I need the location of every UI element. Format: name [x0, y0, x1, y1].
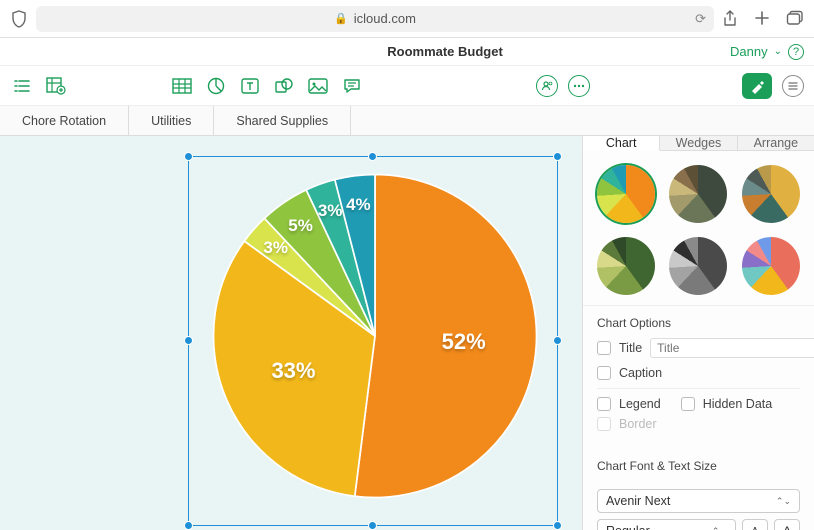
border-label: Border	[619, 417, 657, 431]
insert-comment-icon[interactable]	[340, 74, 364, 98]
canvas[interactable]: 52%33%3%5%3%4%	[0, 136, 582, 530]
format-panel-button[interactable]	[742, 73, 772, 99]
hidden-data-label: Hidden Data	[703, 397, 773, 411]
resize-handle[interactable]	[184, 336, 193, 345]
insert-media-icon[interactable]	[306, 74, 330, 98]
sheet-tab-utilities[interactable]: Utilities	[129, 106, 214, 135]
refresh-icon[interactable]: ⟳	[695, 11, 706, 27]
legend-checkbox[interactable]	[597, 397, 611, 411]
pie-chart[interactable]: 52%33%3%5%3%4%	[205, 166, 545, 506]
organize-panel-button[interactable]	[782, 75, 804, 97]
tabs-overview-icon[interactable]	[786, 10, 804, 28]
option-title-row: Title	[597, 338, 800, 358]
add-sheet-icon[interactable]	[44, 74, 68, 98]
font-size-larger-button[interactable]: A	[774, 519, 800, 530]
chart-options-heading: Chart Options	[597, 316, 800, 330]
chevron-down-icon: ⌄	[774, 46, 782, 57]
pie-percent-label: 33%	[271, 358, 315, 384]
sheet-tab-empty	[351, 106, 814, 135]
option-border-row: Border	[597, 417, 800, 431]
inspector-panel: Chart Wedges Arrange Chart Options Title…	[582, 136, 814, 530]
collaborate-icon[interactable]	[536, 75, 558, 97]
more-icon[interactable]	[568, 75, 590, 97]
chart-font-section: Chart Font & Text Size	[583, 449, 814, 483]
pie-percent-label: 5%	[288, 216, 313, 236]
resize-handle[interactable]	[553, 336, 562, 345]
pie-percent-label: 4%	[346, 195, 371, 215]
font-controls: Avenir Next ⌃⌄ Regular ⌃⌄ A A	[583, 483, 814, 530]
chart-style-thumb[interactable]	[597, 237, 655, 295]
resize-handle[interactable]	[553, 521, 562, 530]
tab-wedges[interactable]: Wedges	[660, 136, 737, 150]
inspector-tabs: Chart Wedges Arrange	[583, 136, 814, 151]
share-icon[interactable]	[722, 10, 738, 28]
chart-style-grid	[583, 151, 814, 306]
collab-group	[536, 75, 590, 97]
app-toolbar	[0, 66, 814, 106]
chart-style-thumb[interactable]	[597, 165, 655, 223]
insert-shape-icon[interactable]	[272, 74, 296, 98]
privacy-shield-icon[interactable]	[10, 10, 28, 28]
resize-handle[interactable]	[368, 521, 377, 530]
resize-handle[interactable]	[368, 152, 377, 161]
url-text: icloud.com	[354, 11, 416, 26]
url-field[interactable]: 🔒 icloud.com ⟳	[36, 6, 714, 32]
user-menu[interactable]: Danny ⌄ ?	[730, 44, 814, 60]
tab-arrange[interactable]: Arrange	[738, 136, 814, 150]
lock-icon: 🔒	[334, 12, 348, 25]
panels-group	[742, 73, 804, 99]
document-header: Roommate Budget Danny ⌄ ?	[0, 38, 814, 66]
option-caption-row: Caption	[597, 366, 800, 380]
tab-chart[interactable]: Chart	[583, 136, 660, 151]
legend-label: Legend	[619, 397, 661, 411]
user-name: Danny	[730, 44, 768, 59]
insert-table-icon[interactable]	[170, 74, 194, 98]
pie-percent-label: 3%	[318, 201, 343, 221]
insert-chart-icon[interactable]	[204, 74, 228, 98]
view-group	[10, 74, 68, 98]
resize-handle[interactable]	[184, 152, 193, 161]
chart-style-thumb[interactable]	[669, 237, 727, 295]
title-label: Title	[619, 341, 642, 355]
font-family-select[interactable]: Avenir Next ⌃⌄	[597, 489, 800, 513]
font-weight-select[interactable]: Regular ⌃⌄	[597, 519, 736, 530]
chart-style-thumb[interactable]	[669, 165, 727, 223]
insert-group	[170, 74, 364, 98]
insert-text-icon[interactable]	[238, 74, 262, 98]
help-icon[interactable]: ?	[788, 44, 804, 60]
chevron-updown-icon: ⌃⌄	[776, 496, 791, 507]
border-checkbox	[597, 417, 611, 431]
sheet-tab-chore-rotation[interactable]: Chore Rotation	[0, 106, 129, 135]
pie-percent-label: 52%	[442, 329, 486, 355]
option-legend-row: Legend	[597, 397, 661, 411]
sheet-tab-shared-supplies[interactable]: Shared Supplies	[214, 106, 351, 135]
browser-toolbar: 🔒 icloud.com ⟳	[0, 0, 814, 38]
document-title: Roommate Budget	[0, 44, 730, 59]
caption-label: Caption	[619, 366, 662, 380]
hidden-data-checkbox[interactable]	[681, 397, 695, 411]
resize-handle[interactable]	[184, 521, 193, 530]
pie-percent-label: 3%	[263, 238, 288, 258]
browser-actions	[722, 10, 804, 28]
sheet-tabs: Chore Rotation Utilities Shared Supplies	[0, 106, 814, 136]
font-size-smaller-button[interactable]: A	[742, 519, 768, 530]
caption-checkbox[interactable]	[597, 366, 611, 380]
chart-font-heading: Chart Font & Text Size	[597, 459, 800, 473]
main-area: 52%33%3%5%3%4% Chart Wedges Arrange Char…	[0, 136, 814, 530]
title-input[interactable]	[650, 338, 814, 358]
resize-handle[interactable]	[553, 152, 562, 161]
title-checkbox[interactable]	[597, 341, 611, 355]
chevron-updown-icon: ⌃⌄	[712, 526, 727, 530]
chart-style-thumb[interactable]	[742, 237, 800, 295]
option-hidden-data-row: Hidden Data	[681, 397, 773, 411]
list-view-icon[interactable]	[10, 74, 34, 98]
new-tab-icon[interactable]	[754, 10, 770, 28]
chart-options-section: Chart Options Title Caption Legend Hidde…	[583, 306, 814, 445]
chart-style-thumb[interactable]	[742, 165, 800, 223]
